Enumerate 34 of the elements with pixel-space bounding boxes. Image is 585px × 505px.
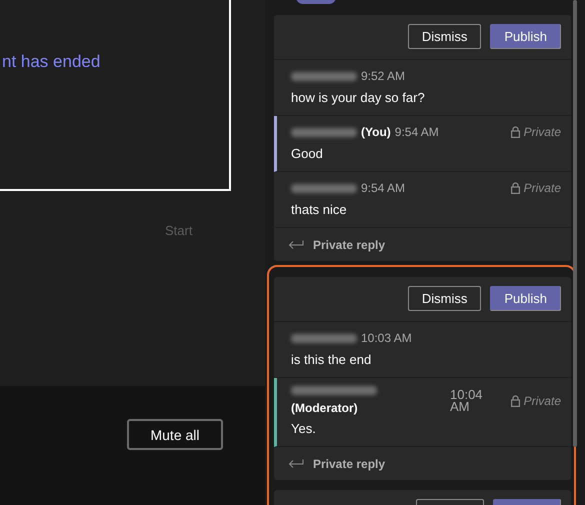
private-label: Private bbox=[524, 181, 561, 195]
message-time: 9:54 AM bbox=[361, 181, 406, 195]
message-text: how is your day so far? bbox=[291, 90, 425, 105]
event-ended-message: nt has ended bbox=[2, 52, 100, 72]
publish-button[interactable]: Publish bbox=[490, 286, 561, 311]
start-label: Start bbox=[165, 223, 192, 238]
message-time: 9:52 AM bbox=[361, 69, 406, 83]
blurred-name bbox=[291, 128, 357, 136]
reply-arrow-icon bbox=[288, 240, 304, 250]
private-label: Private bbox=[524, 125, 561, 139]
reply-arrow-icon bbox=[288, 459, 304, 469]
blurred-name bbox=[291, 184, 357, 192]
private-reply-link[interactable]: Private reply bbox=[313, 238, 386, 252]
message-text: Yes. bbox=[291, 421, 316, 436]
mute-all-button[interactable]: Mute all bbox=[127, 419, 223, 450]
message-text: is this the end bbox=[291, 352, 372, 367]
message-text: Good bbox=[291, 146, 323, 161]
private-reply-link[interactable]: Private reply bbox=[313, 457, 386, 471]
message-text: thats nice bbox=[291, 202, 347, 217]
scrollbar[interactable] bbox=[573, 0, 577, 447]
message-time: 10:04 AM bbox=[450, 388, 484, 412]
lock-icon bbox=[510, 182, 520, 194]
lock-icon bbox=[510, 394, 520, 406]
dismiss-button[interactable]: Dismiss bbox=[408, 24, 482, 49]
lock-icon bbox=[510, 126, 520, 138]
role-label: (Moderator) bbox=[291, 401, 359, 415]
publish-button[interactable]: Publish bbox=[490, 24, 561, 49]
message-time: 10:03 AM bbox=[361, 331, 412, 345]
private-label: Private bbox=[524, 394, 561, 408]
dismiss-button[interactable]: Dismiss bbox=[408, 286, 482, 311]
role-label: (You) bbox=[361, 125, 391, 139]
blurred-name bbox=[291, 334, 357, 342]
blurred-name bbox=[291, 72, 357, 80]
message-time: 9:54 AM bbox=[394, 125, 439, 139]
